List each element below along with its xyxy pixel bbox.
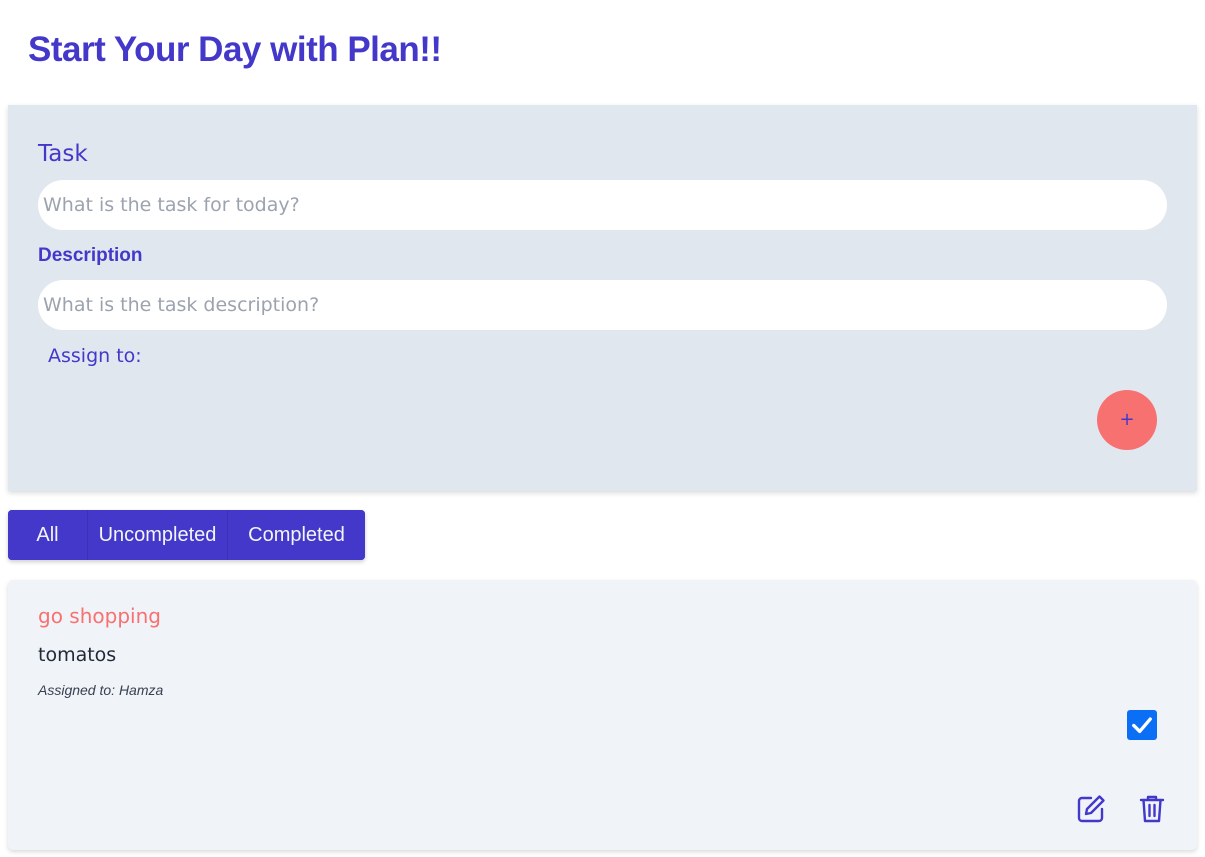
task-description: tomatos xyxy=(38,644,117,666)
task-title: go shopping xyxy=(38,604,161,628)
trash-icon xyxy=(1139,795,1165,823)
task-card: go shopping tomatos Assigned to: Hamza xyxy=(8,580,1197,850)
edit-icon xyxy=(1077,795,1105,823)
description-input[interactable] xyxy=(38,280,1167,330)
edit-task-button[interactable] xyxy=(1074,792,1108,826)
description-label: Description xyxy=(38,245,143,266)
filter-group: All Uncompleted Completed xyxy=(8,510,365,560)
task-complete-checkbox[interactable] xyxy=(1127,710,1157,740)
assign-label: Assign to: xyxy=(48,345,142,367)
task-assignee: Assigned to: Hamza xyxy=(38,682,164,698)
delete-task-button[interactable] xyxy=(1135,792,1169,826)
task-input[interactable] xyxy=(38,180,1167,230)
task-label: Task xyxy=(38,141,88,167)
add-task-button[interactable]: + xyxy=(1097,390,1157,450)
page-title: Start Your Day with Plan!! xyxy=(28,30,442,69)
filter-all-button[interactable]: All xyxy=(8,510,88,560)
filter-completed-button[interactable]: Completed xyxy=(228,510,365,560)
filter-uncompleted-button[interactable]: Uncompleted xyxy=(88,510,228,560)
task-form: Task Description Assign to: + xyxy=(8,105,1197,491)
checkmark-icon xyxy=(1132,717,1152,734)
